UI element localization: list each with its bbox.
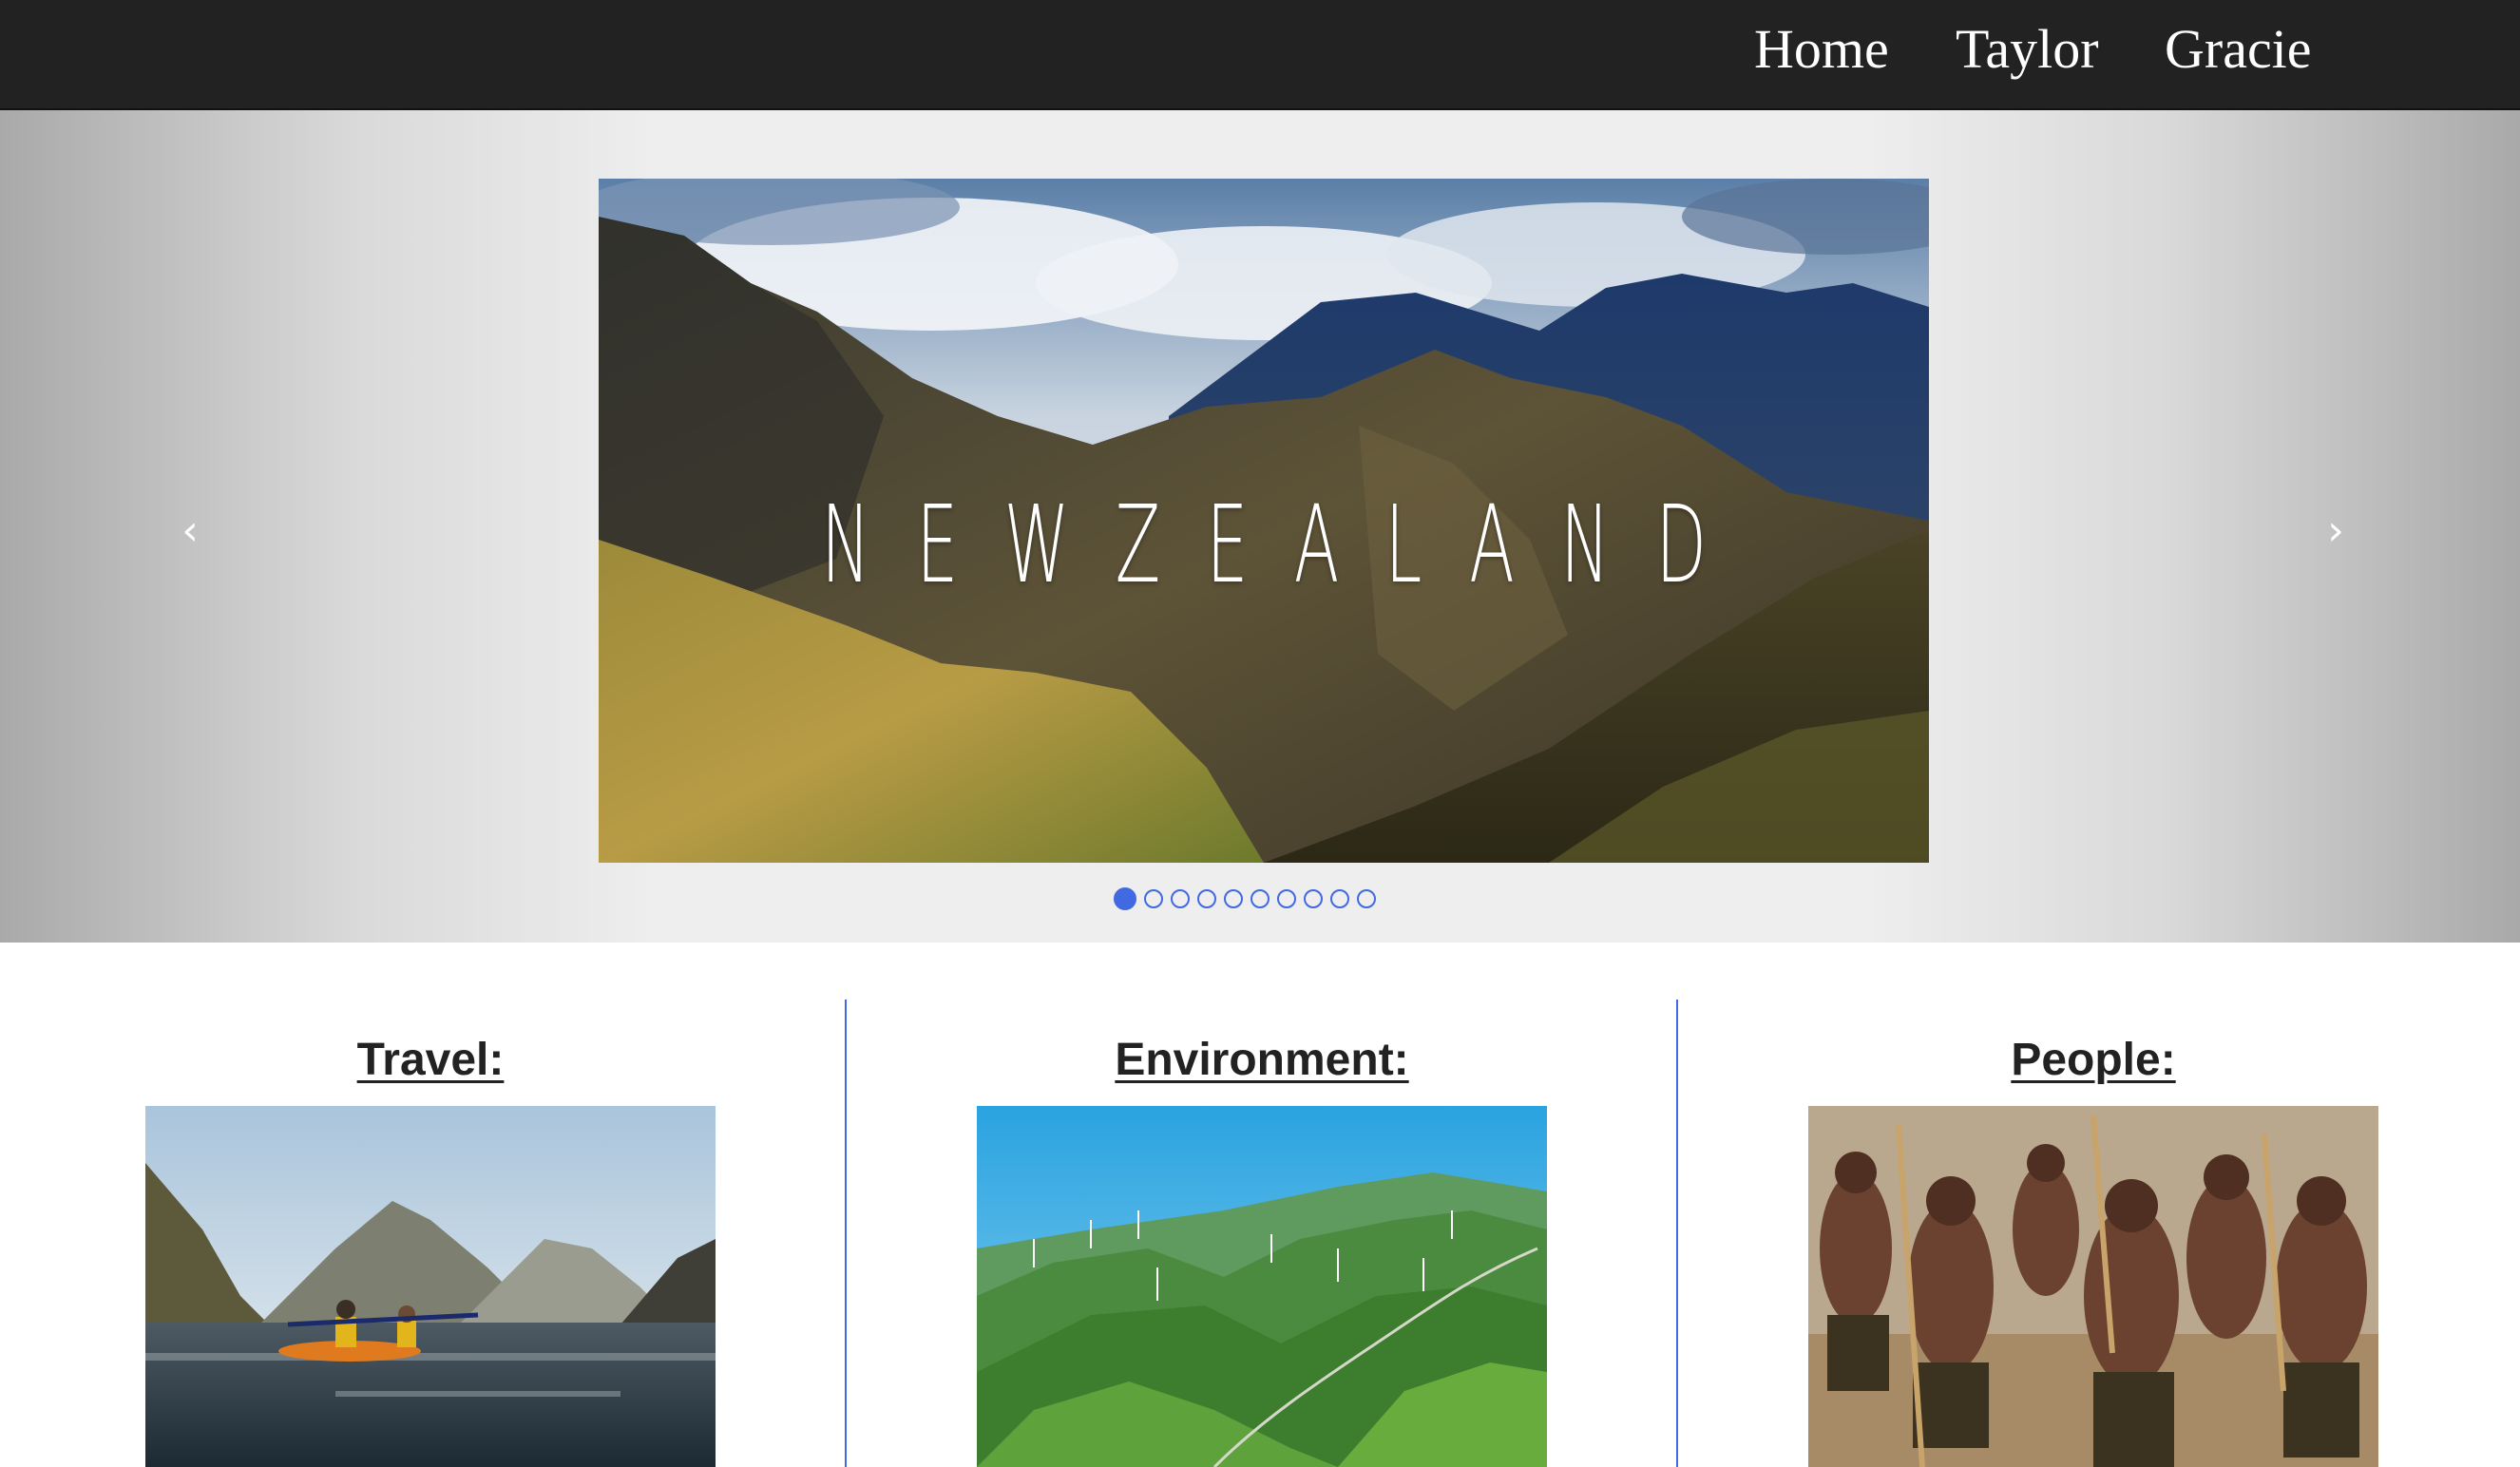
carousel-prev-icon[interactable]: ‹ (162, 502, 219, 559)
carousel-indicator-dot[interactable] (1224, 889, 1243, 908)
carousel-indicator-dot[interactable] (1114, 887, 1136, 910)
carousel-indicator-dot[interactable] (1171, 889, 1190, 908)
column-divider (845, 1000, 847, 1467)
top-navbar: Home Taylor Gracie (0, 0, 2520, 110)
image-carousel: ‹ › NEWZEALAND (0, 110, 2520, 943)
carousel-indicator-dot[interactable] (1197, 889, 1216, 908)
nav-link-home[interactable]: Home (1754, 13, 1889, 86)
people-image[interactable] (1808, 1106, 2378, 1467)
carousel-indicator-dot[interactable] (1357, 889, 1376, 908)
slide-title: NEWZEALAND (821, 484, 1753, 607)
carousel-indicator-dot[interactable] (1330, 889, 1349, 908)
environment-image[interactable] (977, 1106, 1547, 1467)
haka-performers-image (1808, 1106, 2378, 1467)
carousel-next-icon[interactable]: › (2307, 502, 2364, 559)
column-divider (1676, 1000, 1678, 1467)
carousel-indicator-dot[interactable] (1144, 889, 1163, 908)
section-title-travel[interactable]: Travel: (145, 1034, 716, 1086)
carousel-indicator-dot[interactable] (1304, 889, 1323, 908)
wind-farm-hills-image (977, 1106, 1547, 1467)
carousel-indicator-dot[interactable] (1277, 889, 1296, 908)
section-title-environment[interactable]: Environment: (977, 1034, 1547, 1086)
carousel-indicator-dot[interactable] (1250, 889, 1270, 908)
carousel-slide[interactable]: NEWZEALAND (599, 179, 1929, 863)
travel-image[interactable] (145, 1106, 716, 1467)
carousel-indicators (1114, 887, 1376, 914)
kayak-lake-image (145, 1106, 716, 1467)
section-title-people[interactable]: People: (1808, 1034, 2378, 1086)
nav-link-taylor[interactable]: Taylor (1956, 13, 2099, 86)
nav-link-gracie[interactable]: Gracie (2165, 13, 2312, 86)
